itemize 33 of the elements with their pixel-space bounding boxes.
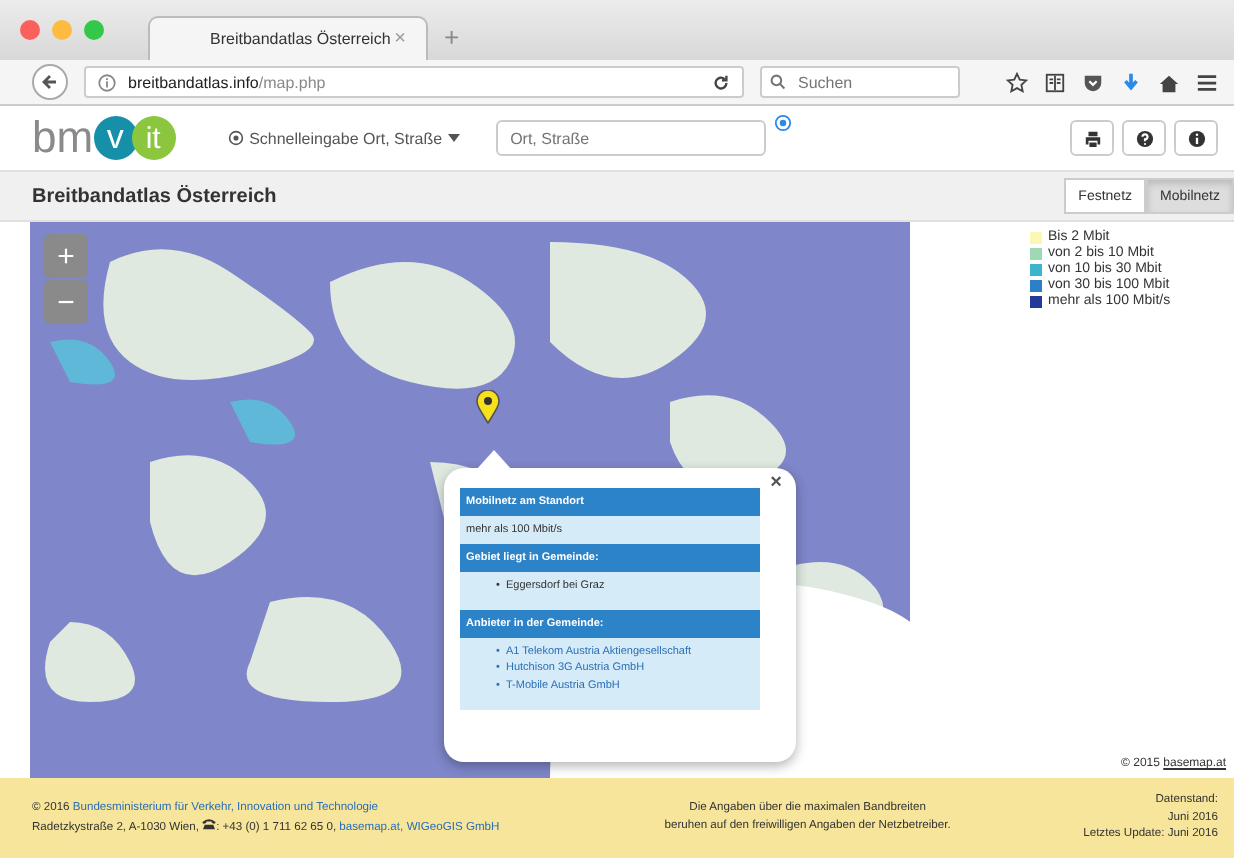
popup-close-button[interactable]: ×: [770, 472, 782, 494]
target-icon: [227, 130, 244, 146]
print-button[interactable]: [1070, 120, 1114, 156]
new-tab-button[interactable]: +: [444, 22, 460, 60]
caret-icon: [448, 134, 461, 142]
map-pin-icon: [476, 390, 500, 424]
pocket-icon[interactable]: [1082, 71, 1104, 93]
reload-icon[interactable]: [712, 73, 730, 91]
help-button[interactable]: [1122, 120, 1166, 156]
info-icon: [1187, 129, 1205, 147]
locate-icon[interactable]: [774, 114, 793, 132]
url-field[interactable]: breitbandatlas.info/map.php: [84, 66, 744, 98]
place-field[interactable]: Ort, Straße: [496, 120, 767, 156]
search-field[interactable]: Suchen: [760, 66, 960, 98]
page-title: Breitbandatlas Österreich: [32, 185, 277, 207]
download-icon[interactable]: [1120, 71, 1142, 93]
info-button[interactable]: [1174, 120, 1218, 156]
printer-icon: [1083, 129, 1101, 147]
zoom-in-button[interactable]: +: [44, 234, 88, 278]
browser-tab[interactable]: Breitbandatlas Österreich ×: [148, 16, 428, 60]
reader-icon[interactable]: [1044, 71, 1066, 93]
info-icon: [98, 73, 116, 91]
star-icon[interactable]: [1006, 71, 1028, 93]
menu-icon[interactable]: [1196, 71, 1218, 93]
tab-close-button[interactable]: ×: [394, 28, 406, 50]
quick-search-dropdown[interactable]: Schnelleingabe Ort, Straße: [227, 129, 461, 147]
help-icon: [1135, 129, 1153, 147]
back-arrow-icon: [40, 72, 60, 92]
home-icon[interactable]: [1158, 71, 1180, 93]
phone-icon: [202, 817, 217, 829]
zoom-out-button[interactable]: −: [44, 280, 88, 324]
back-button[interactable]: [32, 64, 68, 100]
logo: bm v it: [32, 112, 176, 164]
